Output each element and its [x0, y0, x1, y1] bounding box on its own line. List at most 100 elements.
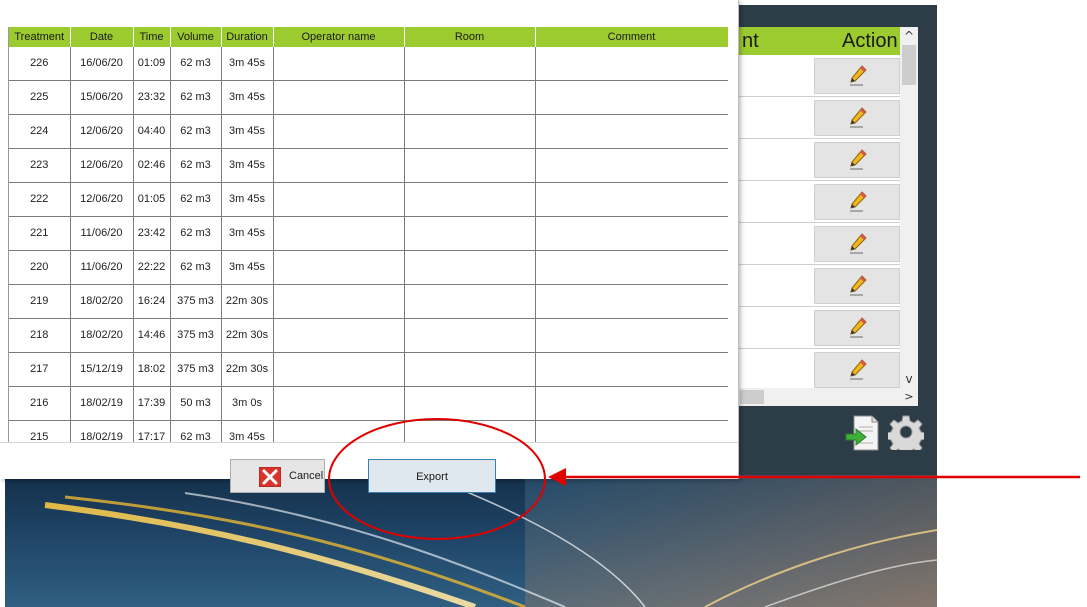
table-cell-time: 17:17 — [133, 420, 171, 442]
table-cell-date: 12/06/20 — [70, 182, 134, 217]
table-row[interactable]: 223 12/06/20 02:46 62 m3 3m 45s — [9, 148, 728, 183]
table-cell-time: 01:09 — [133, 47, 171, 81]
table-cell-time: 02:46 — [133, 148, 171, 183]
table-cell-date: 18/02/19 — [70, 420, 134, 442]
table-row[interactable]: 220 11/06/20 22:22 62 m3 3m 45s — [9, 250, 728, 285]
edit-button[interactable] — [814, 142, 900, 178]
pencil-icon — [850, 359, 867, 380]
column-header-treatment[interactable]: Treatment — [9, 27, 71, 47]
table-cell-operator — [273, 148, 405, 183]
treatment-table-container[interactable]: Treatment Date Time Volume Duration Oper… — [8, 27, 728, 442]
export-button[interactable]: Export — [368, 459, 496, 493]
column-header-room[interactable]: Room — [404, 27, 536, 47]
pencil-icon — [850, 191, 867, 212]
column-header-date[interactable]: Date — [70, 27, 134, 47]
table-cell-room — [404, 80, 536, 115]
document-export-icon[interactable] — [844, 414, 880, 452]
table-cell-operator — [273, 318, 405, 353]
edit-button[interactable] — [814, 226, 900, 262]
table-cell-volume: 62 m3 — [170, 182, 222, 217]
column-header-volume[interactable]: Volume — [170, 27, 222, 47]
vertical-scrollbar[interactable]: ^ v — [900, 27, 918, 388]
table-cell-room — [404, 420, 536, 442]
table-cell-comment — [535, 80, 728, 115]
table-cell-date: 18/02/20 — [70, 318, 134, 353]
scroll-right-arrow[interactable]: > — [900, 388, 918, 406]
table-row[interactable]: 218 18/02/20 14:46 375 m3 22m 30s — [9, 318, 728, 353]
table-cell-treatment: 223 — [9, 148, 71, 183]
pencil-icon — [850, 65, 867, 86]
edit-button[interactable] — [814, 310, 900, 346]
table-cell-treatment: 215 — [9, 420, 71, 442]
table-cell-volume: 62 m3 — [170, 114, 222, 149]
background-table-header: nt Action — [738, 27, 902, 56]
table-cell-date: 15/12/19 — [70, 352, 134, 387]
edit-button[interactable] — [814, 268, 900, 304]
table-cell-treatment: 218 — [9, 318, 71, 353]
column-header-duration[interactable]: Duration — [221, 27, 274, 47]
table-cell-operator — [273, 250, 405, 285]
table-cell-volume: 375 m3 — [170, 352, 222, 387]
edit-button[interactable] — [814, 352, 900, 388]
pencil-icon — [850, 275, 867, 296]
table-cell-duration: 22m 30s — [221, 284, 274, 319]
table-cell-time: 18:02 — [133, 352, 171, 387]
desktop-wallpaper — [5, 475, 937, 607]
table-cell-room — [404, 352, 536, 387]
table-cell-operator — [273, 216, 405, 251]
edit-button[interactable] — [814, 184, 900, 220]
column-header-comment[interactable]: Comment — [535, 27, 728, 47]
table-cell-treatment: 226 — [9, 47, 71, 81]
table-row[interactable]: 222 12/06/20 01:05 62 m3 3m 45s — [9, 182, 728, 217]
table-cell-comment — [535, 216, 728, 251]
table-cell-comment — [535, 250, 728, 285]
table-cell-room — [404, 148, 536, 183]
background-table-row — [738, 139, 900, 181]
table-cell-duration: 22m 30s — [221, 352, 274, 387]
cancel-button[interactable]: Cancel — [230, 459, 325, 493]
table-cell-volume: 62 m3 — [170, 80, 222, 115]
edit-button[interactable] — [814, 58, 900, 94]
horizontal-scrollbar[interactable]: > — [738, 388, 918, 406]
table-cell-volume: 375 m3 — [170, 284, 222, 319]
table-cell-volume: 62 m3 — [170, 420, 222, 442]
column-header-time[interactable]: Time — [133, 27, 171, 47]
horizontal-scroll-thumb[interactable] — [740, 390, 764, 404]
pencil-icon — [850, 233, 867, 254]
table-cell-duration: 3m 45s — [221, 114, 274, 149]
table-cell-duration: 3m 45s — [221, 182, 274, 217]
table-cell-time: 22:22 — [133, 250, 171, 285]
table-row[interactable]: 225 15/06/20 23:32 62 m3 3m 45s — [9, 80, 728, 115]
table-cell-comment — [535, 284, 728, 319]
gear-icon[interactable] — [888, 414, 924, 450]
table-row[interactable]: 215 18/02/19 17:17 62 m3 3m 45s — [9, 420, 728, 442]
table-cell-operator — [273, 114, 405, 149]
scroll-up-arrow[interactable]: ^ — [900, 27, 918, 45]
table-cell-date: 12/06/20 — [70, 148, 134, 183]
table-row[interactable]: 226 16/06/20 01:09 62 m3 3m 45s — [9, 47, 728, 81]
edit-button[interactable] — [814, 100, 900, 136]
table-cell-volume: 62 m3 — [170, 250, 222, 285]
scroll-down-arrow[interactable]: v — [900, 370, 918, 388]
table-row[interactable]: 217 15/12/19 18:02 375 m3 22m 30s — [9, 352, 728, 387]
table-row[interactable]: 224 12/06/20 04:40 62 m3 3m 45s — [9, 114, 728, 149]
table-row[interactable]: 221 11/06/20 23:42 62 m3 3m 45s — [9, 216, 728, 251]
table-cell-duration: 3m 0s — [221, 386, 274, 421]
table-cell-duration: 22m 30s — [221, 318, 274, 353]
table-cell-treatment: 221 — [9, 216, 71, 251]
table-cell-treatment: 216 — [9, 386, 71, 421]
table-cell-room — [404, 216, 536, 251]
table-cell-duration: 3m 45s — [221, 148, 274, 183]
table-cell-date: 12/06/20 — [70, 114, 134, 149]
table-cell-comment — [535, 386, 728, 421]
background-header-partial: nt — [742, 30, 759, 52]
table-cell-date: 18/02/19 — [70, 386, 134, 421]
table-cell-operator — [273, 80, 405, 115]
table-row[interactable]: 216 18/02/19 17:39 50 m3 3m 0s — [9, 386, 728, 421]
vertical-scroll-thumb[interactable] — [902, 45, 916, 85]
background-table-row — [738, 307, 900, 349]
table-cell-comment — [535, 182, 728, 217]
table-row[interactable]: 219 18/02/20 16:24 375 m3 22m 30s — [9, 284, 728, 319]
table-cell-operator — [273, 352, 405, 387]
column-header-operator-name[interactable]: Operator name — [273, 27, 405, 47]
